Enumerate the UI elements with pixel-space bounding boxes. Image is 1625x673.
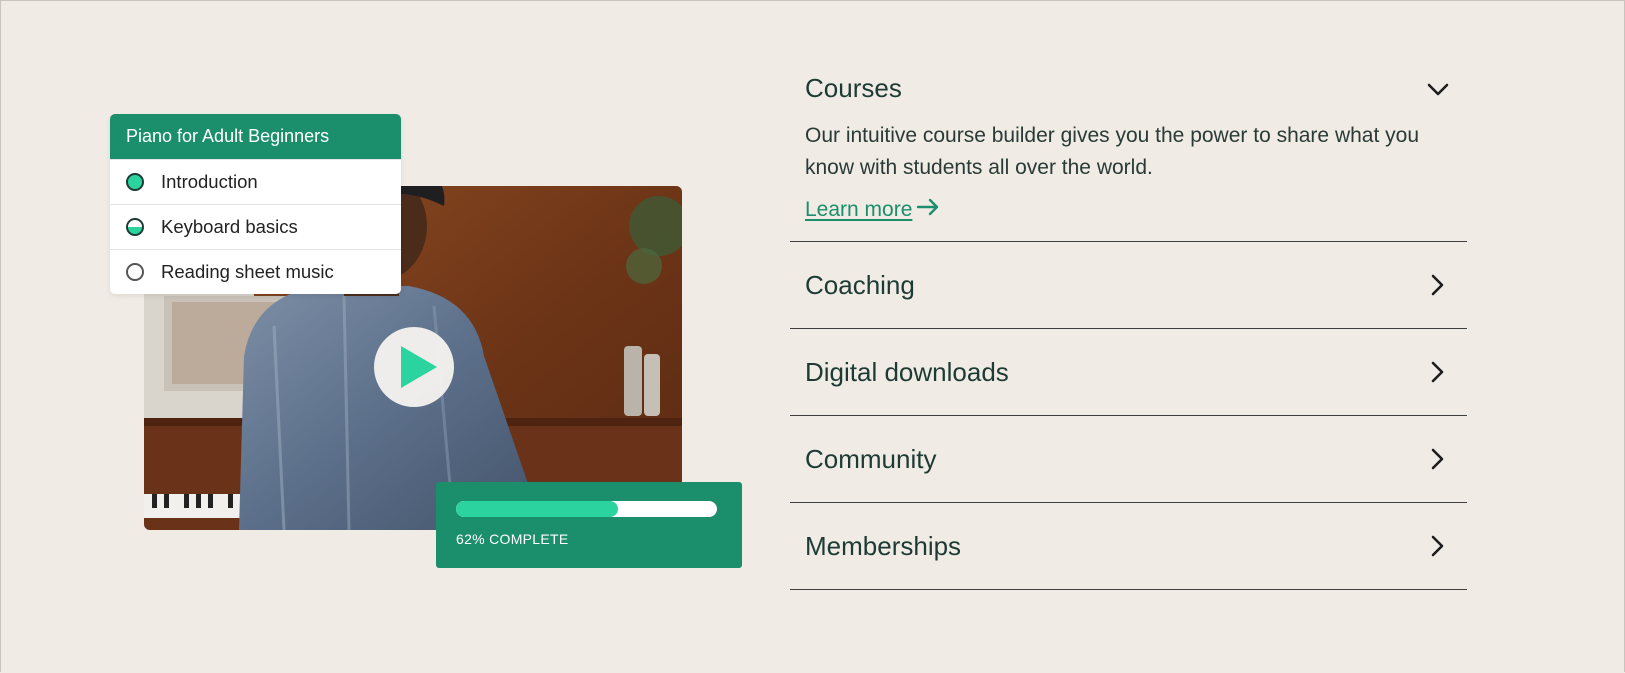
course-progress-card: 62% COMPLETE xyxy=(436,482,742,568)
chevron-down-icon xyxy=(1424,76,1452,104)
accordion-title: Coaching xyxy=(805,269,915,300)
course-title: Piano for Adult Beginners xyxy=(110,114,401,159)
accordion-item-community: Community xyxy=(790,416,1467,503)
arrow-right-icon xyxy=(916,198,940,222)
lesson-complete-icon xyxy=(126,173,144,191)
lesson-item-introduction[interactable]: Introduction xyxy=(110,159,401,204)
accordion-header-memberships[interactable]: Memberships xyxy=(790,503,1467,589)
progress-bar-fill xyxy=(456,501,618,517)
learn-more-label: Learn more xyxy=(805,198,913,221)
accordion-item-coaching: Coaching xyxy=(790,242,1467,329)
lesson-in-progress-icon xyxy=(126,218,144,236)
accordion-title: Courses xyxy=(805,73,902,103)
accordion-title: Digital downloads xyxy=(805,356,1009,387)
lesson-label: Reading sheet music xyxy=(161,261,334,282)
chevron-right-icon xyxy=(1424,532,1452,560)
accordion-panel-courses: Our intuitive course builder gives you t… xyxy=(790,108,1467,241)
chevron-right-icon xyxy=(1424,445,1452,473)
play-icon xyxy=(401,346,437,388)
accordion-title: Memberships xyxy=(805,530,962,561)
lesson-label: Introduction xyxy=(161,171,258,192)
courses-description: Our intuitive course builder gives you t… xyxy=(805,124,1419,179)
play-video-button[interactable] xyxy=(374,327,454,407)
learn-more-link[interactable]: Learn more xyxy=(805,198,940,222)
accordion-header-digital-downloads[interactable]: Digital downloads xyxy=(790,329,1467,415)
course-illustration: Piano for Adult Beginners Introduction K… xyxy=(0,0,760,673)
accordion-header-coaching[interactable]: Coaching xyxy=(790,242,1467,328)
accordion-item-digital-downloads: Digital downloads xyxy=(790,329,1467,416)
lesson-label: Keyboard basics xyxy=(161,216,298,237)
progress-bar xyxy=(456,501,717,517)
accordion-item-memberships: Memberships xyxy=(790,503,1467,590)
accordion-header-community[interactable]: Community xyxy=(790,416,1467,502)
lesson-item-keyboard-basics[interactable]: Keyboard basics xyxy=(110,204,401,249)
accordion-header-courses[interactable]: Courses xyxy=(790,40,1467,108)
lesson-item-reading-sheet-music[interactable]: Reading sheet music xyxy=(110,249,401,294)
chevron-right-icon xyxy=(1424,271,1452,299)
chevron-right-icon xyxy=(1424,358,1452,386)
accordion-title: Community xyxy=(805,443,937,474)
progress-label: 62% COMPLETE xyxy=(456,531,569,547)
course-outline-card: Piano for Adult Beginners Introduction K… xyxy=(110,114,401,294)
features-accordion: Courses Our intuitive course builder giv… xyxy=(790,40,1467,590)
accordion-item-courses: Courses Our intuitive course builder giv… xyxy=(790,40,1467,242)
lesson-not-started-icon xyxy=(126,263,144,281)
